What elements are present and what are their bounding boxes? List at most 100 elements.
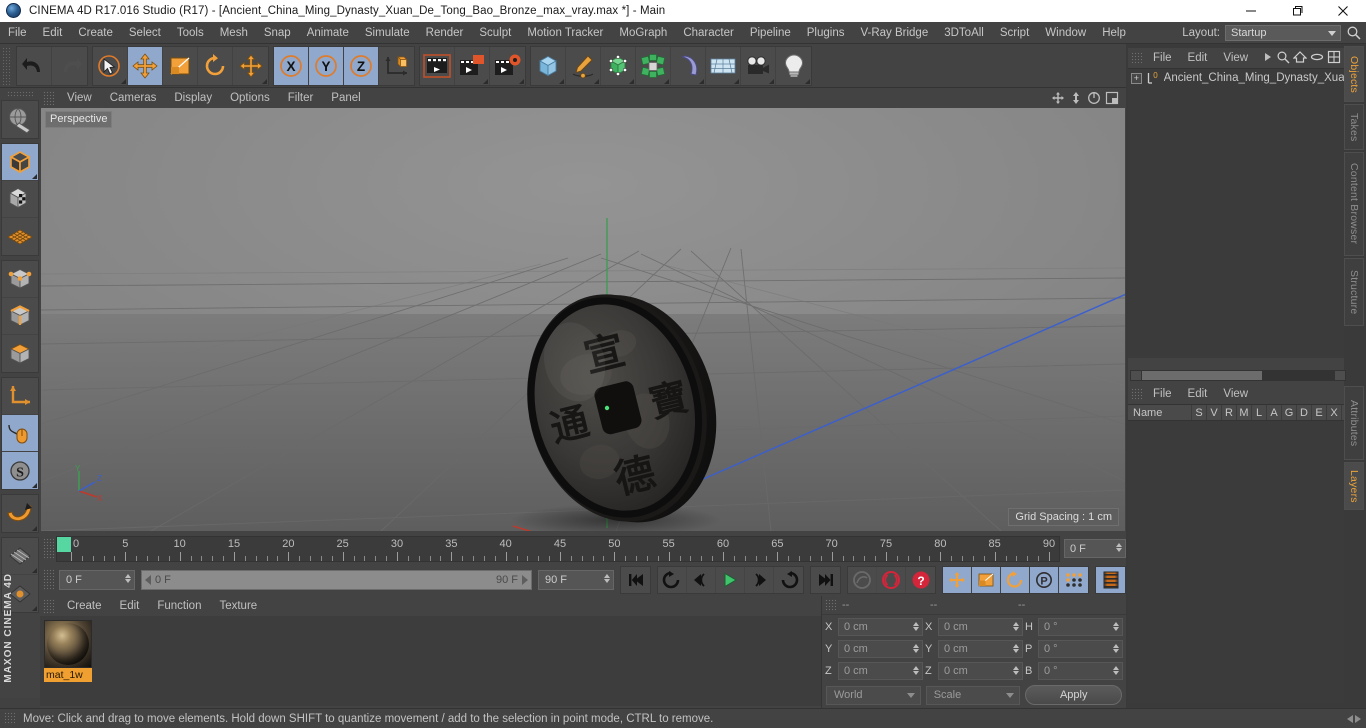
axis-x-icon[interactable]: X xyxy=(274,46,309,85)
coord-system-dropdown[interactable]: World xyxy=(826,685,921,705)
previous-key-icon[interactable] xyxy=(658,567,687,593)
pos-x-input[interactable]: 0 cm xyxy=(838,618,923,636)
rotate-tool-icon[interactable] xyxy=(198,46,233,85)
material-menu-texture[interactable]: Texture xyxy=(210,596,266,616)
dolly-icon[interactable] xyxy=(1068,90,1084,106)
scale-tool-icon[interactable] xyxy=(163,46,198,85)
tab-objects[interactable]: Objects xyxy=(1344,46,1364,102)
column-a[interactable]: A xyxy=(1267,405,1282,420)
rot-p-input[interactable]: 0 ° xyxy=(1038,640,1123,658)
close-icon[interactable] xyxy=(1320,0,1366,22)
scroll-right-icon[interactable] xyxy=(1355,714,1361,723)
mograph-cloner-icon[interactable] xyxy=(636,46,671,85)
object-menu-view[interactable]: View xyxy=(1215,48,1256,68)
expand-toggle-icon[interactable]: + xyxy=(1131,72,1142,84)
timeline-frame-field[interactable]: 0 F xyxy=(1064,539,1126,558)
tab-content-browser[interactable]: Content Browser xyxy=(1344,152,1364,256)
column-v[interactable]: V xyxy=(1207,405,1222,420)
search-icon[interactable] xyxy=(1346,25,1362,41)
tab-takes[interactable]: Takes xyxy=(1344,104,1364,150)
material-menu-edit[interactable]: Edit xyxy=(111,596,149,616)
column-g[interactable]: G xyxy=(1282,405,1297,420)
material-grip[interactable] xyxy=(43,599,54,613)
minimize-icon[interactable] xyxy=(1228,0,1274,22)
more-arrow-icon[interactable] xyxy=(1263,51,1273,66)
material-list[interactable]: mat_1w xyxy=(40,616,821,706)
apply-button[interactable]: Apply xyxy=(1025,685,1123,705)
current-frame-field[interactable]: 0 F xyxy=(59,570,135,590)
texture-mode-icon[interactable] xyxy=(2,181,38,218)
maximize-icon[interactable] xyxy=(1274,0,1320,22)
menu-tools[interactable]: Tools xyxy=(169,22,212,44)
spinner-icon[interactable] xyxy=(1013,644,1019,653)
column-l[interactable]: L xyxy=(1252,405,1267,420)
menu-edit[interactable]: Edit xyxy=(35,22,71,44)
world-coordinate-icon[interactable] xyxy=(379,46,414,85)
autokeying-icon[interactable] xyxy=(877,567,906,593)
pos-z-input[interactable]: 0 cm xyxy=(838,662,923,680)
key-position-icon[interactable] xyxy=(943,567,972,593)
play-icon[interactable] xyxy=(716,567,745,593)
transport-grip[interactable] xyxy=(43,569,54,591)
object-manager-hscrollbar[interactable] xyxy=(1130,370,1346,381)
rot-b-input[interactable]: 0 ° xyxy=(1038,662,1123,680)
search-icon[interactable] xyxy=(1276,50,1290,67)
axis-z-icon[interactable]: Z xyxy=(344,46,379,85)
ellipse-icon[interactable] xyxy=(1310,50,1324,67)
object-menu-edit[interactable]: Edit xyxy=(1180,48,1216,68)
move-tool-icon[interactable] xyxy=(128,46,163,85)
live-selection-icon[interactable] xyxy=(93,46,128,85)
column-r[interactable]: R xyxy=(1222,405,1237,420)
column-e[interactable]: E xyxy=(1312,405,1327,420)
render-settings-icon[interactable] xyxy=(490,46,525,85)
viewport-menu-view[interactable]: View xyxy=(58,88,101,108)
timeline-playhead[interactable] xyxy=(57,536,71,552)
spinner-icon[interactable] xyxy=(913,622,919,631)
undo-icon[interactable] xyxy=(17,46,52,85)
menu-simulate[interactable]: Simulate xyxy=(357,22,418,44)
menu-window[interactable]: Window xyxy=(1037,22,1094,44)
next-key-icon[interactable] xyxy=(774,567,803,593)
menu-vray-bridge[interactable]: V-Ray Bridge xyxy=(852,22,936,44)
range-right-handle-icon[interactable] xyxy=(522,575,528,585)
generator-nurbs-icon[interactable] xyxy=(601,46,636,85)
column-x[interactable]: X xyxy=(1327,405,1342,420)
menu-plugins[interactable]: Plugins xyxy=(799,22,853,44)
material-menu-function[interactable]: Function xyxy=(148,596,210,616)
rot-h-input[interactable]: 0 ° xyxy=(1038,618,1123,636)
spinner-icon[interactable] xyxy=(1113,622,1119,631)
column-d[interactable]: D xyxy=(1297,405,1312,420)
cube-primitive-icon[interactable] xyxy=(531,46,566,85)
key-parameter-icon[interactable]: P xyxy=(1030,567,1059,593)
menu-mograph[interactable]: MoGraph xyxy=(611,22,675,44)
frame-range-slider[interactable]: 0 F 90 F xyxy=(141,570,532,590)
key-scale-icon[interactable] xyxy=(972,567,1001,593)
object-tree[interactable]: + 0 Ancient_China_Ming_Dynasty_Xuan xyxy=(1128,68,1344,358)
pan-icon[interactable] xyxy=(1050,90,1066,106)
menu-file[interactable]: File xyxy=(0,22,35,44)
edge-mode-icon[interactable] xyxy=(2,298,38,335)
menu-animate[interactable]: Animate xyxy=(299,22,357,44)
menu-3dtoall[interactable]: 3DToAll xyxy=(936,22,992,44)
render-region-icon[interactable] xyxy=(455,46,490,85)
layout-select[interactable]: Startup xyxy=(1225,24,1341,41)
make-editable-icon[interactable] xyxy=(2,101,38,138)
size-x-input[interactable]: 0 cm xyxy=(938,618,1023,636)
viewport-menu-options[interactable]: Options xyxy=(221,88,279,108)
menu-character[interactable]: Character xyxy=(675,22,742,44)
viewport-menu-cameras[interactable]: Cameras xyxy=(101,88,166,108)
size-y-input[interactable]: 0 cm xyxy=(938,640,1023,658)
point-mode-icon[interactable] xyxy=(2,261,38,298)
orbit-icon[interactable] xyxy=(1086,90,1102,106)
attributes-menu-file[interactable]: File xyxy=(1145,384,1180,404)
redo-icon[interactable] xyxy=(52,46,87,85)
spinner-icon[interactable] xyxy=(1113,666,1119,675)
menu-mesh[interactable]: Mesh xyxy=(212,22,256,44)
spinner-icon[interactable] xyxy=(125,574,131,583)
light-icon[interactable] xyxy=(776,46,811,85)
material-item[interactable]: mat_1w xyxy=(44,620,92,702)
attributes-menu-edit[interactable]: Edit xyxy=(1180,384,1216,404)
scroll-left-icon[interactable] xyxy=(1347,714,1353,723)
tab-layers[interactable]: Layers xyxy=(1344,462,1364,510)
menu-create[interactable]: Create xyxy=(70,22,121,44)
